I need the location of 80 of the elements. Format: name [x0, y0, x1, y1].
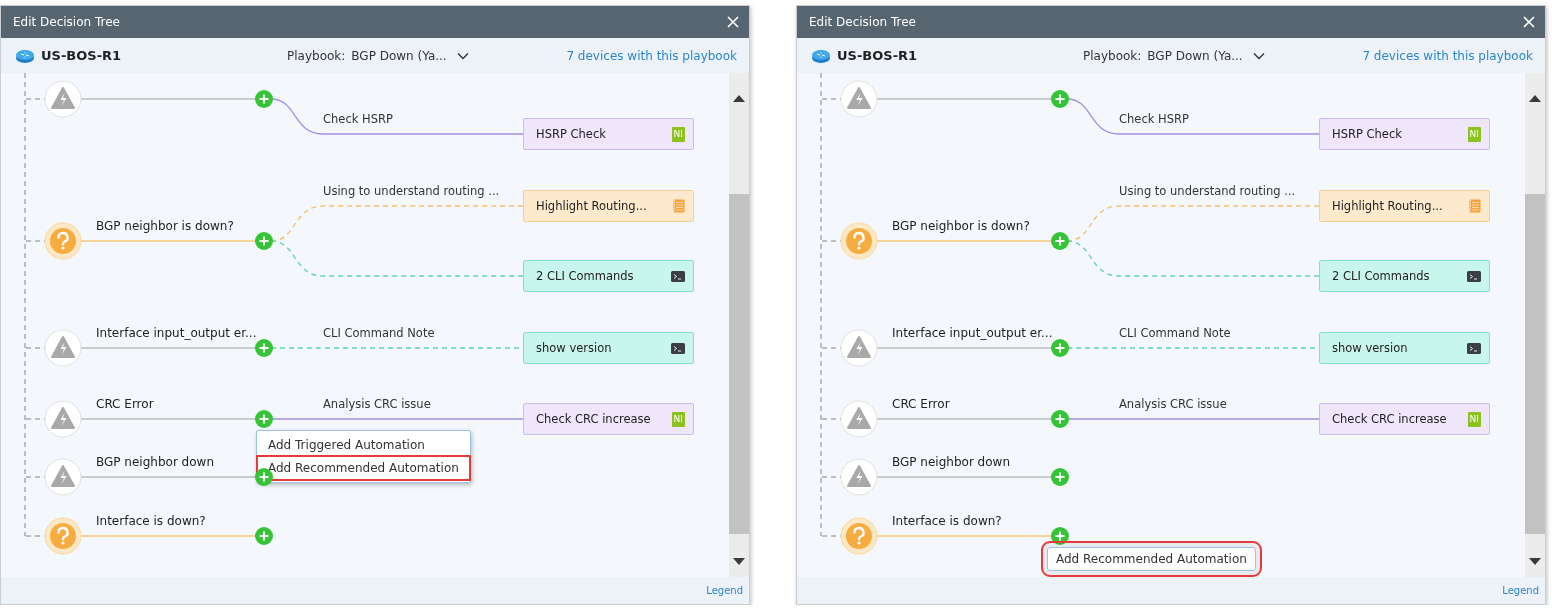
add-node-icon[interactable]: [255, 339, 273, 357]
node-label: Interface input_output er...: [96, 326, 257, 340]
add-node-icon[interactable]: [1051, 90, 1069, 108]
scrollbar[interactable]: [729, 73, 749, 577]
ni-badge: NI: [1467, 411, 1481, 427]
scroll-down-icon[interactable]: [733, 558, 745, 565]
playbook-label: Playbook:: [287, 48, 346, 63]
automation-card[interactable]: 2 CLI Commands: [1319, 260, 1490, 292]
menu-item[interactable]: Add Recommended Automation: [258, 457, 469, 479]
node-label: Interface is down?: [892, 514, 1002, 528]
chevron-down-icon: [456, 51, 469, 60]
terminal-icon: [671, 270, 685, 282]
window-title: Edit Decision Tree: [13, 15, 120, 29]
window-title: Edit Decision Tree: [809, 15, 916, 29]
automation-card[interactable]: Check CRC increase NI: [1319, 403, 1490, 435]
scroll-up-icon[interactable]: [733, 95, 745, 102]
question-mark-icon[interactable]: [840, 222, 878, 260]
branch-label: CLI Command Note: [323, 326, 435, 340]
document-icon: [673, 199, 685, 213]
node-label: BGP neighbor is down?: [96, 219, 234, 233]
question-mark-icon[interactable]: [840, 517, 878, 555]
scrollbar[interactable]: [1525, 73, 1545, 577]
automation-card[interactable]: show version: [523, 332, 694, 364]
playbook-label: Playbook:: [1083, 48, 1142, 63]
ni-badge: NI: [671, 411, 685, 427]
add-node-icon[interactable]: [255, 90, 273, 108]
add-node-icon[interactable]: [1051, 410, 1069, 428]
ni-badge: NI: [1467, 126, 1481, 142]
terminal-icon: [671, 342, 685, 354]
device-name: US-BOS-R1: [837, 48, 918, 63]
branch-label: CLI Command Note: [1119, 326, 1231, 340]
ni-badge: NI: [671, 126, 685, 142]
node-label: Interface is down?: [96, 514, 206, 528]
node-label: BGP neighbor down: [892, 455, 1010, 469]
node-label: CRC Error: [96, 397, 154, 411]
device-name: US-BOS-R1: [41, 48, 122, 63]
router-icon: [811, 47, 831, 64]
close-icon[interactable]: [1523, 16, 1535, 28]
devices-link[interactable]: 7 devices with this playbook: [1362, 48, 1533, 63]
automation-card[interactable]: Highlight Routing...: [523, 190, 694, 222]
document-icon: [1469, 199, 1481, 213]
question-mark-icon[interactable]: [44, 517, 82, 555]
scrollbar-thumb[interactable]: [729, 194, 749, 534]
node-label: BGP neighbor is down?: [892, 219, 1030, 233]
scroll-down-icon[interactable]: [1529, 558, 1541, 565]
legend-link[interactable]: Legend: [1502, 585, 1539, 596]
legend-link[interactable]: Legend: [706, 585, 743, 596]
menu-item[interactable]: Add Triggered Automation: [258, 434, 469, 456]
close-icon[interactable]: [727, 16, 739, 28]
scroll-up-icon[interactable]: [1529, 95, 1541, 102]
add-node-icon[interactable]: [255, 232, 273, 250]
router-icon: [15, 47, 35, 64]
branch-label: Check HSRP: [323, 112, 393, 126]
branch-label: Using to understand routing ...: [1119, 184, 1296, 198]
automation-card[interactable]: Highlight Routing...: [1319, 190, 1490, 222]
branch-label: Check HSRP: [1119, 112, 1189, 126]
automation-card[interactable]: HSRP Check NI: [1319, 118, 1490, 150]
automation-card[interactable]: HSRP Check NI: [523, 118, 694, 150]
node-label: CRC Error: [892, 397, 950, 411]
add-node-icon[interactable]: [1051, 232, 1069, 250]
add-node-icon[interactable]: [255, 410, 273, 428]
playbook-dropdown[interactable]: BGP Down (Ya...: [1147, 48, 1265, 63]
automation-card[interactable]: show version: [1319, 332, 1490, 364]
playbook-dropdown[interactable]: BGP Down (Ya...: [351, 48, 469, 63]
automation-card[interactable]: Check CRC increase NI: [523, 403, 694, 435]
terminal-icon: [1467, 270, 1481, 282]
node-label: BGP neighbor down: [96, 455, 214, 469]
terminal-icon: [1467, 342, 1481, 354]
branch-label: Using to understand routing ...: [323, 184, 500, 198]
branch-label: Analysis CRC issue: [1119, 397, 1227, 411]
add-node-icon[interactable]: [255, 527, 273, 545]
add-node-icon[interactable]: [1051, 339, 1069, 357]
add-node-icon[interactable]: [1051, 468, 1069, 486]
node-label: Interface input_output er...: [892, 326, 1053, 340]
question-mark-icon[interactable]: [44, 222, 82, 260]
automation-card[interactable]: 2 CLI Commands: [523, 260, 694, 292]
branch-label: Analysis CRC issue: [323, 397, 431, 411]
chevron-down-icon: [1252, 51, 1265, 60]
scrollbar-thumb[interactable]: [1525, 194, 1545, 534]
devices-link[interactable]: 7 devices with this playbook: [566, 48, 737, 63]
